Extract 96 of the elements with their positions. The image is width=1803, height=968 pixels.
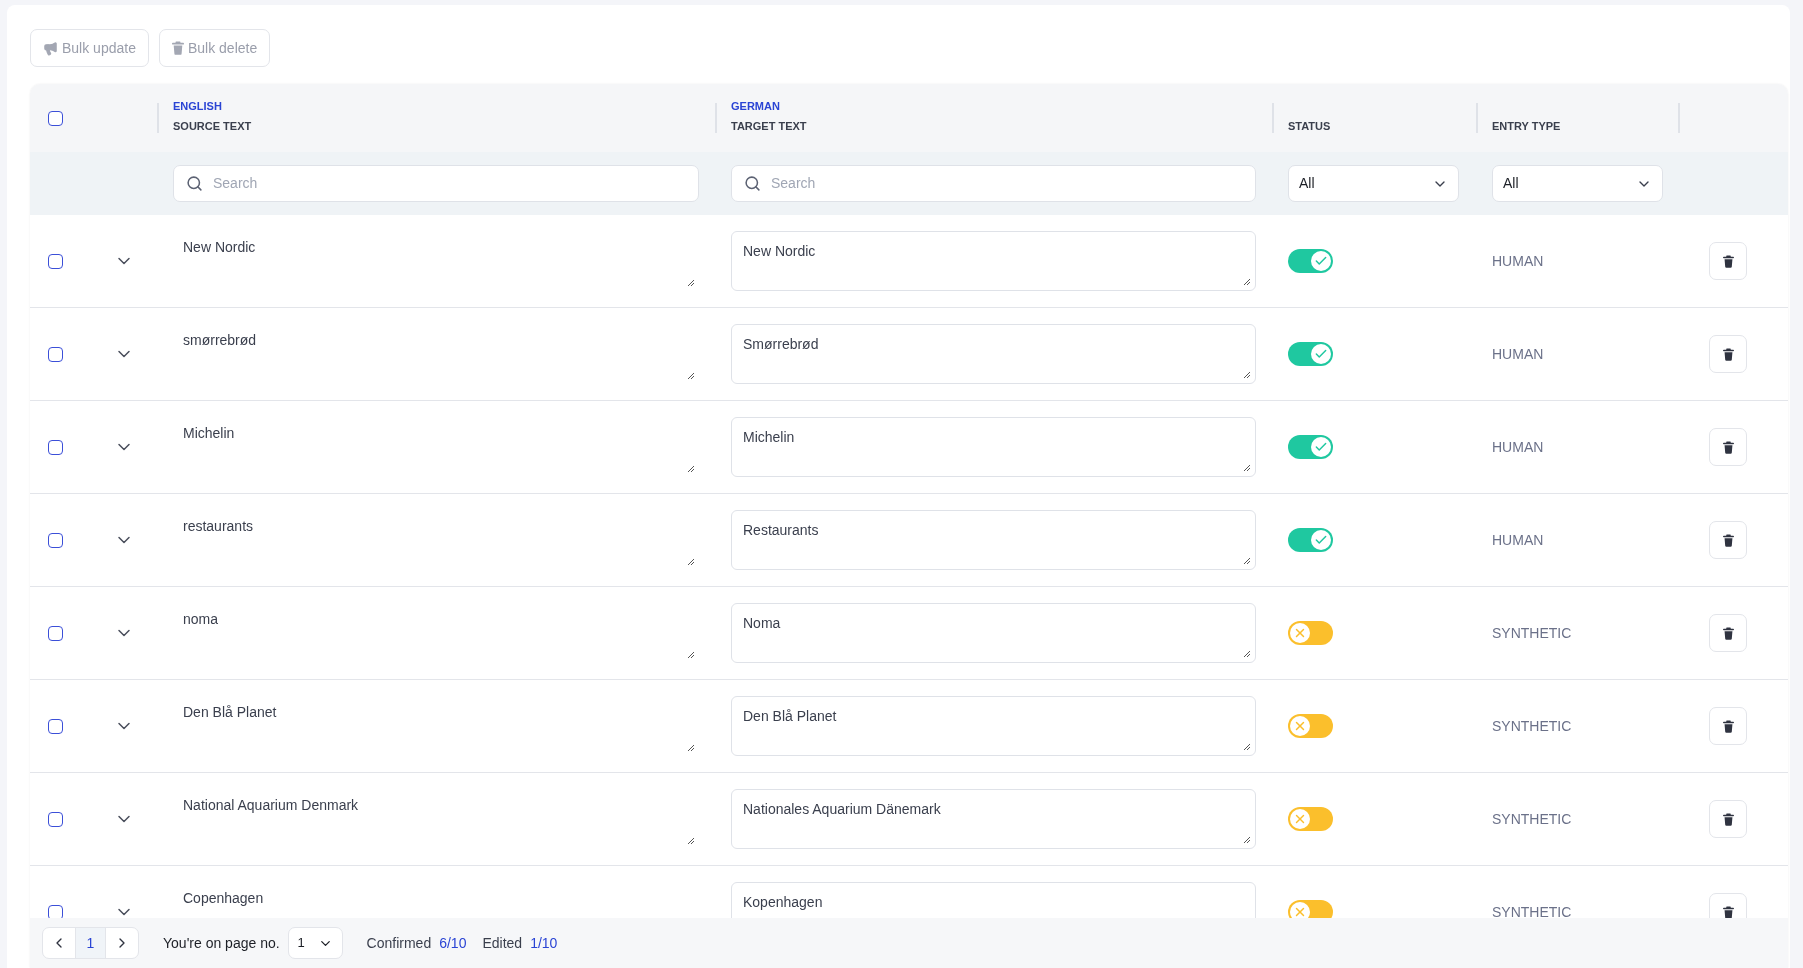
resize-grip-icon (687, 465, 695, 473)
target-text-field[interactable]: Restaurants (731, 510, 1256, 570)
resize-grip-icon (1243, 464, 1251, 472)
delete-button[interactable] (1709, 335, 1747, 373)
filter-dropdown[interactable]: All (1492, 165, 1663, 202)
source-text-field[interactable]: noma (173, 603, 699, 663)
page-number[interactable]: 1 (76, 928, 105, 958)
delete-button[interactable] (1709, 428, 1747, 466)
source-text-field[interactable]: smørrebrød (173, 324, 699, 384)
stat-value: 6/10 (439, 933, 467, 953)
target-text-field[interactable]: Michelin (731, 417, 1256, 477)
entry-type-label: SYNTHETIC (1492, 716, 1572, 736)
column-header: SOURCE TEXT (173, 119, 253, 133)
check-icon (1314, 533, 1328, 547)
page-select[interactable]: 1 (287, 927, 343, 959)
status-toggle[interactable] (1288, 807, 1333, 831)
entry-type-label: HUMAN (1492, 437, 1544, 457)
column-header: TARGET TEXT (731, 119, 808, 133)
entry-type-label: SYNTHETIC (1492, 902, 1572, 918)
resize-grip-icon (687, 372, 695, 380)
trash-icon (1722, 905, 1734, 918)
resize-grip-icon (687, 744, 695, 752)
target-text-field[interactable]: Smørrebrød (731, 324, 1256, 384)
cross-icon (1293, 812, 1307, 826)
delete-button[interactable] (1709, 800, 1747, 838)
checkbox[interactable] (48, 439, 63, 455)
entry-type-label: HUMAN (1492, 251, 1544, 271)
source-text-field[interactable]: Den Blå Planet (173, 696, 699, 756)
status-toggle[interactable] (1288, 714, 1333, 738)
entry-type-label: SYNTHETIC (1492, 809, 1572, 829)
cross-icon (1293, 905, 1307, 918)
check-icon (1314, 347, 1328, 361)
resize-grip-icon (1243, 557, 1251, 565)
source-text-field[interactable]: National Aquarium Denmark (173, 789, 699, 849)
target-text-field[interactable]: Noma (731, 603, 1256, 663)
checkbox[interactable] (48, 532, 63, 548)
trash-icon (1722, 533, 1734, 547)
entry-type-label: HUMAN (1492, 530, 1544, 550)
resize-grip-icon (1243, 278, 1251, 286)
cross-icon (1293, 626, 1307, 640)
source-text-field[interactable]: Michelin (173, 417, 699, 477)
entry-type-label: SYNTHETIC (1492, 623, 1572, 643)
checkbox[interactable] (48, 110, 63, 126)
language-label: GERMAN (731, 99, 781, 113)
column-header: STATUS (1288, 119, 1332, 133)
trash-icon (1722, 812, 1734, 826)
resize-grip-icon (1243, 743, 1251, 751)
stat-label: Confirmed (366, 933, 432, 953)
resize-grip-icon (1243, 836, 1251, 844)
resize-grip-icon (687, 279, 695, 287)
resize-grip-icon (687, 837, 695, 845)
delete-button[interactable] (1709, 242, 1747, 280)
resize-grip-icon (1243, 371, 1251, 379)
status-toggle[interactable] (1288, 249, 1333, 273)
source-text-field[interactable]: Copenhagen (173, 882, 699, 918)
entry-type-label: HUMAN (1492, 344, 1544, 364)
resize-grip-icon (687, 558, 695, 566)
cross-icon (1293, 719, 1307, 733)
trash-icon (1722, 347, 1734, 361)
status-toggle[interactable] (1288, 435, 1333, 459)
search-icon (744, 175, 761, 192)
trash-icon (171, 41, 184, 55)
target-text-field[interactable]: Den Blå Planet (731, 696, 1256, 756)
status-toggle[interactable] (1288, 900, 1333, 918)
resize-grip-icon (687, 651, 695, 659)
delete-button[interactable] (1709, 707, 1747, 745)
checkbox[interactable] (48, 625, 63, 641)
delete-button[interactable] (1709, 614, 1747, 652)
check-icon (1314, 254, 1328, 268)
checkbox[interactable] (48, 346, 63, 362)
status-toggle[interactable] (1288, 528, 1333, 552)
trash-icon (1722, 254, 1734, 268)
trash-icon (1722, 440, 1734, 454)
resize-grip-icon (1243, 650, 1251, 658)
checkbox[interactable] (48, 718, 63, 734)
page-label: You're on page no. (163, 933, 280, 953)
stat-value: 1/10 (530, 933, 558, 953)
megaphone-icon (43, 40, 58, 56)
source-text-field[interactable]: restaurants (173, 510, 699, 570)
source-text-field[interactable]: New Nordic (173, 231, 699, 291)
stat-label: Edited (482, 933, 523, 953)
status-toggle[interactable] (1288, 342, 1333, 366)
search-icon (186, 175, 203, 192)
language-label: ENGLISH (173, 99, 223, 113)
check-icon (1314, 440, 1328, 454)
checkbox[interactable] (48, 253, 63, 269)
status-toggle[interactable] (1288, 621, 1333, 645)
target-text-field[interactable]: New Nordic (731, 231, 1256, 291)
checkbox[interactable] (48, 904, 63, 918)
target-text-field[interactable]: Nationales Aquarium Dänemark (731, 789, 1256, 849)
checkbox[interactable] (48, 811, 63, 827)
delete-button[interactable] (1709, 521, 1747, 559)
trash-icon (1722, 626, 1734, 640)
trash-icon (1722, 719, 1734, 733)
filter-dropdown[interactable]: All (1288, 165, 1459, 202)
column-header: ENTRY TYPE (1492, 119, 1562, 133)
